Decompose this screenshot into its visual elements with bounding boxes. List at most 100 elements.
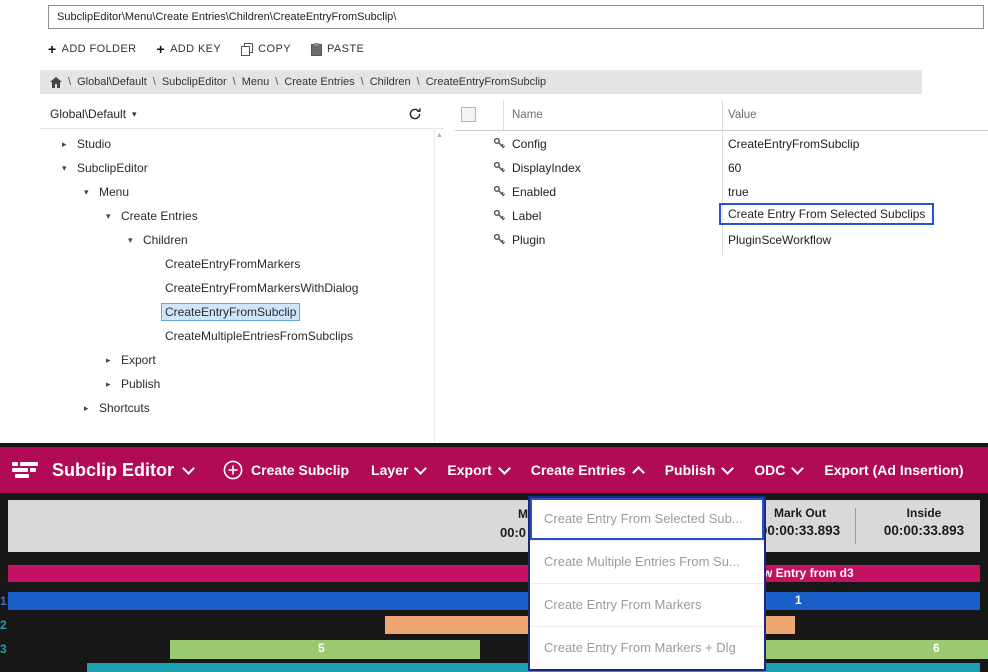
dropdown-item[interactable]: Create Entry From Markers: [530, 584, 764, 627]
key-icon: [493, 137, 506, 150]
dropdown-item[interactable]: Create Entry From Selected Sub...: [530, 498, 764, 541]
plus-icon: +: [48, 42, 57, 56]
tree-item-label: CreateEntryFromSubclip: [161, 303, 300, 321]
row-name: Label: [512, 209, 541, 223]
refresh-button[interactable]: [408, 107, 422, 121]
home-icon[interactable]: [50, 77, 62, 88]
row-value: true: [728, 185, 749, 199]
paste-button[interactable]: PASTE: [311, 43, 364, 56]
refresh-icon: [408, 107, 422, 121]
tree-item[interactable]: CreateEntryFromSubclip: [40, 300, 434, 324]
breadcrumb-item[interactable]: SubclipEditor: [162, 76, 227, 88]
breadcrumb-item[interactable]: Children: [370, 76, 411, 88]
menubar-item[interactable]: Create Entries: [531, 462, 643, 478]
tree-expander-icon[interactable]: ▾: [106, 211, 121, 222]
tree-items: ▸Studio▾SubclipEditor▾Menu▾Create Entrie…: [40, 132, 434, 420]
breadcrumb-item[interactable]: CreateEntryFromSubclip: [426, 76, 546, 88]
inside-readout: Inside 00:00:33.893: [868, 506, 980, 538]
track-number: 2: [0, 618, 7, 632]
tree-item[interactable]: ▸Publish: [40, 372, 434, 396]
row-value: 60: [728, 161, 741, 175]
tree-item-label: CreateEntryFromMarkersWithDialog: [165, 281, 358, 295]
menubar-item[interactable]: Layer: [371, 462, 425, 478]
value-column-header: Value: [728, 109, 757, 121]
registry-path-input[interactable]: [48, 5, 984, 29]
table-row[interactable]: DisplayIndex 60: [455, 156, 988, 180]
track-number: 1: [0, 594, 7, 608]
app-title-menu[interactable]: Subclip Editor: [52, 460, 193, 481]
tree-item[interactable]: ▾Children: [40, 228, 434, 252]
chevron-up-icon: [632, 466, 645, 479]
tree-expander-icon[interactable]: ▸: [62, 139, 77, 150]
tree-item[interactable]: ▾Menu: [40, 180, 434, 204]
breadcrumb-separator: \: [68, 76, 71, 88]
menubar-item-label: Create Subclip: [251, 462, 349, 478]
row-name: Plugin: [512, 233, 545, 247]
breadcrumb-separator: \: [153, 76, 156, 88]
tree-expander-icon[interactable]: ▾: [128, 235, 143, 246]
tree-item[interactable]: CreateMultipleEntriesFromSubclips: [40, 324, 434, 348]
menubar-items: Create Subclip Layer Export Create Entries P…: [223, 460, 964, 480]
plus-icon: +: [156, 42, 165, 56]
tree-item-label: Children: [143, 233, 188, 247]
breadcrumb-item[interactable]: Global\Default: [77, 76, 147, 88]
timeline-segment[interactable]: 5: [170, 640, 480, 659]
dropdown-item[interactable]: Create Entry From Markers + Dlg: [530, 627, 764, 669]
paste-label: PASTE: [327, 43, 364, 55]
chevron-down-icon: [792, 462, 805, 475]
menubar-item[interactable]: Export (Ad Insertion): [824, 462, 963, 478]
tree-item-label: Publish: [121, 377, 160, 391]
tree-item[interactable]: CreateEntryFromMarkers: [40, 252, 434, 276]
table-row[interactable]: PluginPluginSceWorkflow: [455, 228, 988, 252]
table-row[interactable]: Enabledtrue: [455, 180, 988, 204]
tree-scrollbar[interactable]: ▴: [434, 128, 444, 443]
tree-item[interactable]: ▸Shortcuts: [40, 396, 434, 420]
tree-expander-icon[interactable]: ▸: [84, 403, 99, 414]
add-folder-label: ADD FOLDER: [62, 43, 137, 55]
menubar-item[interactable]: Export: [447, 462, 508, 478]
breadcrumb-separator: \: [233, 76, 236, 88]
app-title-label: Subclip Editor: [52, 460, 174, 481]
tree-root-selector[interactable]: Global\Default ▾: [40, 100, 444, 129]
table-row[interactable]: ConfigCreateEntryFromSubclip: [455, 132, 988, 156]
chevron-down-icon: [721, 462, 734, 475]
tree-expander-icon[interactable]: ▾: [62, 163, 77, 174]
tree-item[interactable]: ▸Studio: [40, 132, 434, 156]
tree-item-label: Menu: [99, 185, 129, 199]
breadcrumb: \ Global\Default \ SubclipEditor \ Menu \ Creat…: [40, 70, 922, 94]
divider: [855, 508, 856, 544]
add-key-label: ADD KEY: [170, 43, 221, 55]
scroll-up-icon[interactable]: ▴: [435, 131, 444, 139]
tree-expander-icon[interactable]: ▾: [84, 187, 99, 198]
breadcrumb-items: \ Global\Default \ SubclipEditor \ Menu \ Creat…: [68, 76, 546, 88]
create-entries-dropdown: Create Entry From Selected Sub...Create …: [528, 496, 766, 671]
breadcrumb-separator: \: [417, 76, 420, 88]
add-key-button[interactable]: + ADD KEY: [156, 42, 221, 56]
tree-item[interactable]: ▾SubclipEditor: [40, 156, 434, 180]
breadcrumb-item[interactable]: Create Entries: [284, 76, 354, 88]
dropdown-item[interactable]: Create Multiple Entries From Su...: [530, 541, 764, 584]
tree-item[interactable]: CreateEntryFromMarkersWithDialog: [40, 276, 434, 300]
menubar-item[interactable]: Create Subclip: [223, 460, 349, 480]
tree-expander-icon[interactable]: ▸: [106, 379, 121, 390]
tree-item[interactable]: ▸Export: [40, 348, 434, 372]
mark-in-time-fragment: 00:0: [500, 525, 526, 540]
select-all-checkbox[interactable]: [461, 107, 476, 122]
menubar-item-label: Layer: [371, 462, 408, 478]
timeline-segment[interactable]: 1: [8, 592, 980, 610]
breadcrumb-separator: \: [361, 76, 364, 88]
key-icon: [493, 161, 506, 174]
row-name: DisplayIndex: [512, 161, 581, 175]
timeline-entry-bar[interactable]: w Entry from d3: [8, 565, 980, 582]
breadcrumb-item[interactable]: Menu: [242, 76, 270, 88]
table-row[interactable]: LabelCreate Entry From Selected Subclips: [455, 204, 988, 228]
add-folder-button[interactable]: + ADD FOLDER: [48, 42, 136, 56]
copy-button[interactable]: COPY: [241, 43, 291, 56]
menubar-item[interactable]: Publish: [665, 462, 733, 478]
paste-icon: [311, 43, 322, 56]
tree-root-label: Global\Default: [50, 107, 126, 121]
menubar-item[interactable]: ODC: [754, 462, 802, 478]
tree-expander-icon[interactable]: ▸: [106, 355, 121, 366]
timeline-track-1: 11: [8, 592, 980, 610]
tree-item[interactable]: ▾Create Entries: [40, 204, 434, 228]
